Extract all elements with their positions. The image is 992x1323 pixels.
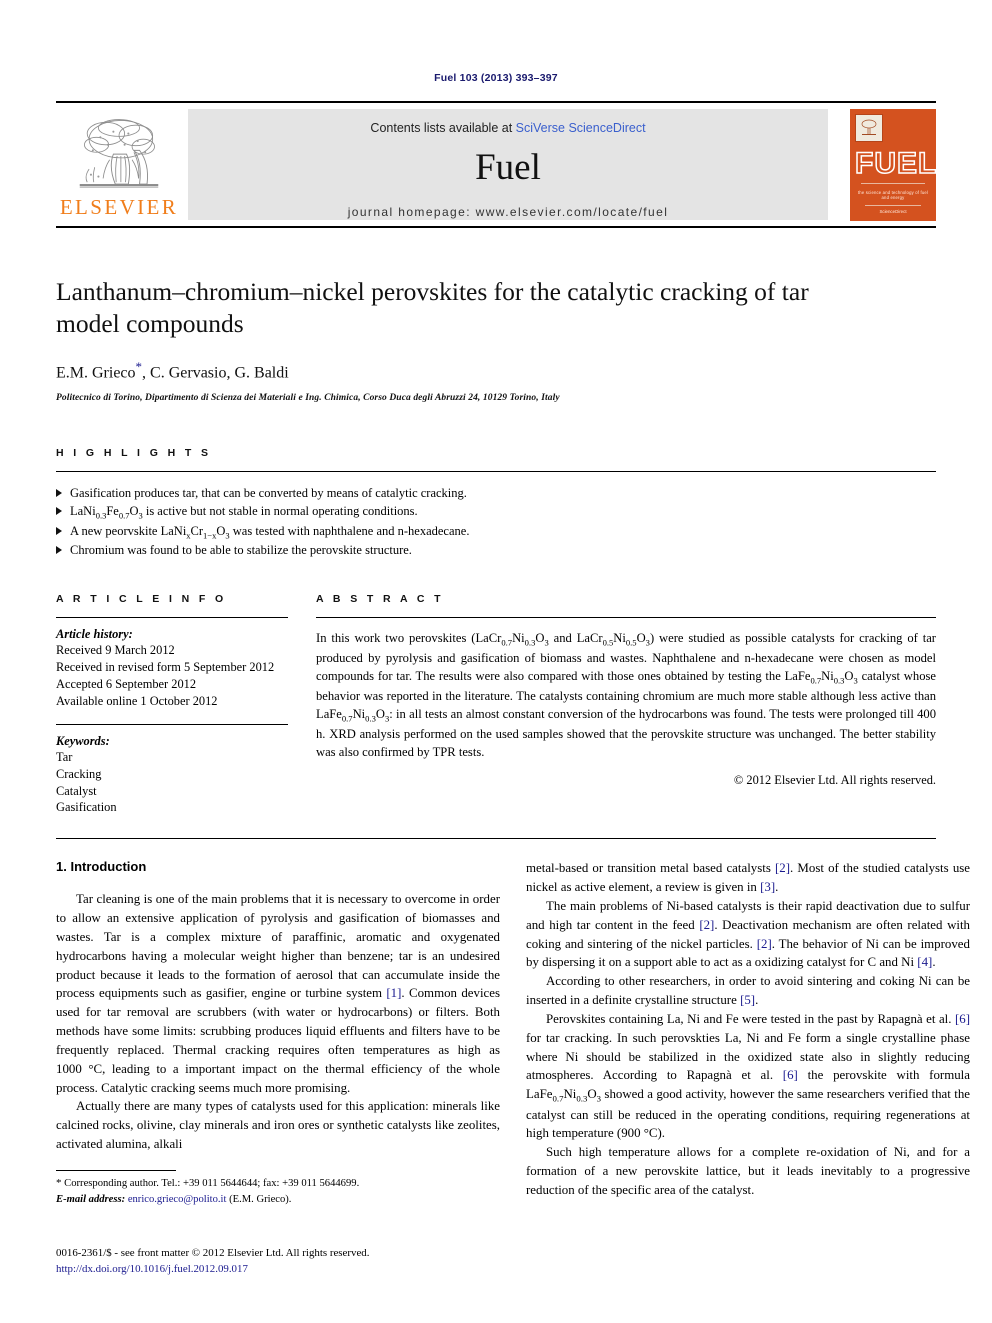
journal-cover: FUEL the science and technology of fuel … (836, 103, 936, 226)
article-history-revised: Received in revised form 5 September 201… (56, 660, 275, 675)
citation-link[interactable]: [2] (699, 918, 714, 932)
footnote-divider (56, 1169, 176, 1171)
cover-tagline: the science and technology of fuel and e… (857, 189, 929, 200)
journal-masthead: ELSEVIER Contents lists available at Sci… (56, 101, 936, 228)
keyword-item: Tar (56, 749, 73, 764)
body-top-divider (56, 838, 936, 840)
abstract-text: In this work two perovskites (LaCr0.7Ni0… (316, 631, 936, 759)
doi-link[interactable]: http://dx.doi.org/10.1016/j.fuel.2012.09… (56, 1262, 500, 1277)
citation-link[interactable]: [2] (775, 861, 790, 875)
cover-divider (861, 182, 925, 184)
article-history-label: Article history: (56, 627, 133, 642)
corresponding-author-note: * Corresponding author. Tel.: +39 011 56… (56, 1176, 500, 1192)
email-note: E-mail address: enrico.grieco@polito.it … (56, 1192, 500, 1207)
section-title-introduction: 1. Introduction (56, 859, 147, 875)
keyword-item: Cracking (56, 766, 102, 781)
article-history-received: Received 9 March 2012 (56, 643, 175, 658)
affiliation: Politecnico di Torino, Dipartimento di S… (56, 392, 560, 403)
citation-link[interactable]: [5] (740, 993, 755, 1007)
citation-link[interactable]: [6] (783, 1068, 798, 1082)
journal-title: Fuel (475, 147, 541, 188)
highlights-section: H I G H L I G H T S Gasification produce… (56, 447, 936, 560)
citation-link[interactable]: [2] (757, 937, 772, 951)
citation-link[interactable]: [1] (386, 986, 401, 1000)
article-history-accepted: Accepted 6 September 2012 (56, 677, 197, 692)
paragraph: Perovskites containing La, Ni and Fe wer… (526, 1011, 970, 1141)
email-link[interactable]: enrico.grieco@polito.it (128, 1194, 227, 1205)
keywords-label: Keywords: (56, 733, 110, 748)
article-page: Fuel 103 (2013) 393–397 ELSEVIER Content… (0, 0, 992, 1323)
paragraph: Tar cleaning is one of the main problems… (56, 892, 500, 1095)
abstract-copyright: © 2012 Elsevier Ltd. All rights reserved… (733, 772, 936, 787)
paragraph: metal-based or transition metal based ca… (526, 861, 970, 895)
cover-elsevier-badge-icon (855, 113, 883, 142)
title-block: Lanthanum–chromium–nickel perovskites fo… (56, 276, 936, 403)
author-others: , C. Gervasio, G. Baldi (142, 364, 289, 382)
journal-homepage-link[interactable]: journal homepage: www.elsevier.com/locat… (348, 205, 669, 219)
abstract-divider (316, 617, 936, 619)
highlights-list: Gasification produces tar, that can be c… (56, 484, 936, 560)
cover-footer-divider (865, 204, 921, 206)
author-corresponding: E.M. Grieco (56, 364, 136, 382)
article-info-column: A R T I C L E I N F O Article history: R… (56, 593, 288, 816)
list-item: Gasification produces tar, that can be c… (56, 484, 936, 502)
bullet-arrow-icon (56, 488, 62, 497)
bullet-arrow-icon (56, 506, 62, 515)
keyword-item: Gasification (56, 800, 117, 815)
elsevier-logo: ELSEVIER (56, 103, 182, 226)
keyword-item: Catalyst (56, 783, 97, 798)
footnote-block: * Corresponding author. Tel.: +39 011 56… (56, 1169, 500, 1207)
highlight-text: Chromium was found to be able to stabili… (70, 543, 412, 558)
cover-title: FUEL (854, 146, 936, 180)
imprint-copyright: 0016-2361/$ - see front matter © 2012 El… (56, 1247, 370, 1260)
article-info-divider (56, 617, 288, 619)
paragraph: Such high temperature allows for a compl… (526, 1145, 970, 1197)
body-column-right: metal-based or transition metal based ca… (526, 859, 970, 1206)
cover-footer: ScienceDirect (850, 204, 936, 214)
contents-prefix: Contents lists available at (370, 121, 516, 135)
corresponding-author-text: Corresponding author. Tel.: +39 011 5644… (64, 1177, 360, 1189)
highlight-text: Gasification produces tar, that can be c… (70, 485, 467, 500)
body-column-left: 1. Introduction Tar cleaning is one of t… (56, 859, 500, 1206)
elsevier-tree-icon (71, 113, 167, 199)
bullet-arrow-icon (56, 546, 62, 555)
keywords-divider (56, 723, 288, 725)
email-owner: (E.M. Grieco). (229, 1193, 292, 1205)
citation-link[interactable]: [6] (955, 1012, 970, 1026)
info-abstract-section: A R T I C L E I N F O Article history: R… (56, 593, 936, 816)
page-title: Lanthanum–chromium–nickel perovskites fo… (56, 277, 809, 339)
article-info-heading: A R T I C L E I N F O (56, 593, 227, 606)
fuel-cover-image: FUEL the science and technology of fuel … (850, 108, 936, 221)
citation-link[interactable]: [4] (917, 955, 932, 969)
body-columns: 1. Introduction Tar cleaning is one of t… (56, 859, 970, 1206)
asterisk-icon: * (56, 1176, 62, 1189)
paragraph: Actually there are many types of catalys… (56, 1099, 500, 1152)
cover-footer-text: ScienceDirect (879, 208, 907, 214)
email-label: E-mail address: (56, 1193, 126, 1205)
list-item: Chromium was found to be able to stabili… (56, 541, 936, 559)
highlights-divider (56, 470, 936, 472)
author-list: E.M. Grieco*, C. Gervasio, G. Baldi (56, 359, 936, 382)
running-head: Fuel 103 (2013) 393–397 (434, 72, 558, 84)
highlights-heading: H I G H L I G H T S (56, 446, 212, 459)
article-history-online: Available online 1 October 2012 (56, 694, 218, 709)
citation-link[interactable]: [3] (760, 880, 775, 894)
contents-lists-line: Contents lists available at SciVerse Sci… (370, 121, 645, 135)
imprint-block: 0016-2361/$ - see front matter © 2012 El… (56, 1246, 500, 1277)
masthead-center: Contents lists available at SciVerse Sci… (188, 109, 828, 220)
bullet-arrow-icon (56, 526, 62, 535)
paragraph: According to other researchers, in order… (526, 974, 970, 1008)
sciencedirect-link[interactable]: SciVerse ScienceDirect (516, 121, 646, 135)
list-item: LaNi0.3Fe0.7O3 is active but not stable … (56, 502, 936, 522)
keywords-block: Keywords: Tar Cracking Catalyst Gasifica… (56, 723, 288, 816)
paragraph: The main problems of Ni-based catalysts … (526, 898, 970, 970)
elsevier-wordmark: ELSEVIER (59, 195, 179, 219)
abstract-heading: A B S T R A C T (316, 593, 444, 606)
list-item: A new peorvskite LaNixCr1−xO3 was tested… (56, 522, 936, 542)
abstract-column: A B S T R A C T In this work two perovsk… (316, 593, 936, 816)
